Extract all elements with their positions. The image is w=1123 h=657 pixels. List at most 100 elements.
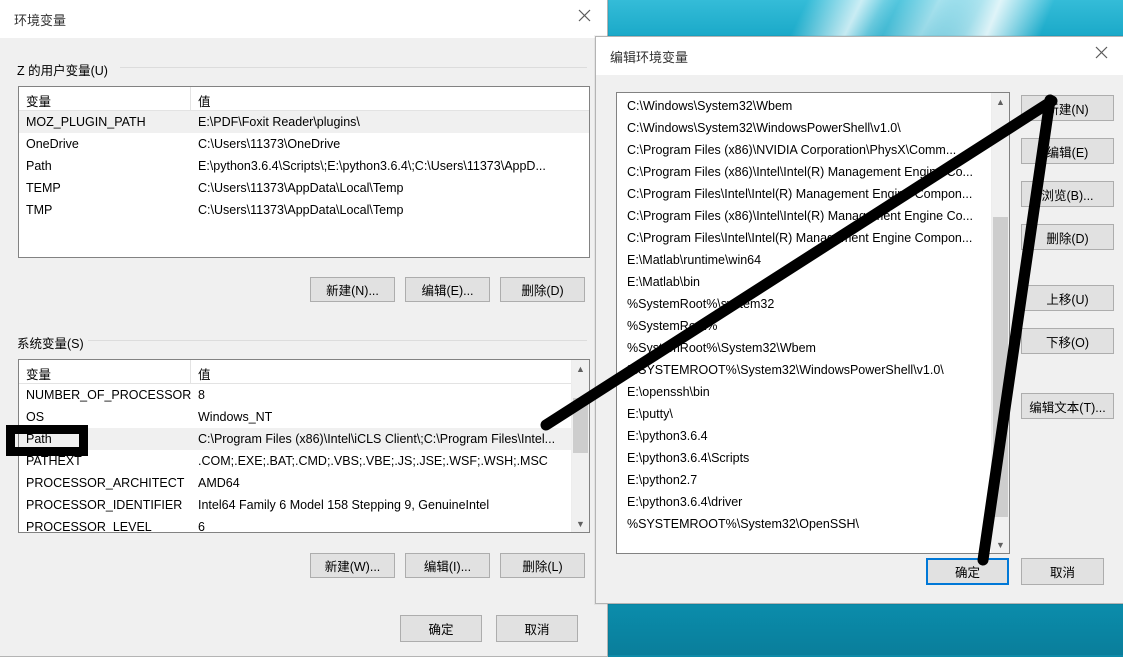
list-item[interactable]: C:\Program Files (x86)\Intel\Intel(R) Ma… bbox=[617, 161, 1009, 183]
list-item[interactable]: C:\Program Files (x86)\NVIDIA Corporatio… bbox=[617, 139, 1009, 161]
table-row[interactable]: TEMP C:\Users\11373\AppData\Local\Temp bbox=[19, 177, 589, 199]
scrollbar-thumb[interactable] bbox=[573, 398, 588, 453]
desktop-lower-strip bbox=[600, 596, 1123, 655]
list-item[interactable]: C:\Windows\System32\Wbem bbox=[617, 95, 1009, 117]
path-new-button[interactable]: 新建(N) bbox=[1021, 95, 1114, 121]
table-row[interactable]: PROCESSOR_ARCHITECT AMD64 bbox=[19, 472, 589, 494]
variable-name-cell: PATHEXT bbox=[26, 454, 82, 468]
path-move-down-button[interactable]: 下移(O) bbox=[1021, 328, 1114, 354]
table-header: 变量 值 bbox=[19, 360, 589, 384]
list-item[interactable]: E:\Matlab\bin bbox=[617, 271, 1009, 293]
path-delete-button[interactable]: 删除(D) bbox=[1021, 224, 1114, 250]
list-item[interactable]: E:\python3.6.4\driver bbox=[617, 491, 1009, 513]
main-ok-button[interactable]: 确定 bbox=[400, 615, 482, 642]
path-entries-list[interactable]: C:\Windows\System32\Wbem C:\Windows\Syste… bbox=[616, 92, 1010, 554]
variable-value-cell: Windows_NT bbox=[198, 410, 273, 424]
list-item[interactable]: E:\Matlab\runtime\win64 bbox=[617, 249, 1009, 271]
environment-variables-dialog: 环境变量 Z 的用户变量(U) 变量 值 MOZ_PLUGIN_PATH E:\P… bbox=[0, 0, 608, 657]
user-new-button[interactable]: 新建(N)... bbox=[310, 277, 395, 302]
main-dialog-titlebar: 环境变量 bbox=[0, 0, 607, 38]
variable-value-cell: E:\python3.6.4\Scripts\;E:\python3.6.4\;… bbox=[198, 159, 546, 173]
variable-name-cell: MOZ_PLUGIN_PATH bbox=[26, 115, 146, 129]
column-header-variable: 变量 bbox=[19, 360, 191, 383]
variable-value-cell: AMD64 bbox=[198, 476, 240, 490]
path-list-scrollbar[interactable]: ▲ ▼ bbox=[991, 93, 1009, 553]
list-item[interactable]: E:\openssh\bin bbox=[617, 381, 1009, 403]
edit-dialog-titlebar: 编辑环境变量 bbox=[596, 37, 1123, 75]
variable-value-cell: C:\Users\11373\AppData\Local\Temp bbox=[198, 203, 404, 217]
list-item[interactable]: C:\Program Files (x86)\Intel\Intel(R) Ma… bbox=[617, 205, 1009, 227]
user-edit-button[interactable]: 编辑(E)... bbox=[405, 277, 490, 302]
list-item[interactable]: %SYSTEMROOT%\System32\OpenSSH\ bbox=[617, 513, 1009, 535]
variable-name-cell: PROCESSOR_LEVEL bbox=[26, 520, 152, 533]
system-edit-button[interactable]: 编辑(I)... bbox=[405, 553, 490, 578]
system-new-button[interactable]: 新建(W)... bbox=[310, 553, 395, 578]
list-item[interactable]: C:\Program Files\Intel\Intel(R) Manageme… bbox=[617, 183, 1009, 205]
system-table-scrollbar[interactable]: ▲ ▼ bbox=[571, 360, 589, 532]
variable-value-cell: C:\Program Files (x86)\Intel\iCLS Client… bbox=[198, 432, 556, 446]
group-divider-system bbox=[88, 340, 587, 341]
variable-value-cell: E:\PDF\Foxit Reader\plugins\ bbox=[198, 115, 360, 129]
scroll-down-icon[interactable]: ▼ bbox=[992, 536, 1009, 553]
system-variables-group-label: 系统变量(S) bbox=[14, 333, 87, 352]
edit-environment-variable-dialog: 编辑环境变量 C:\Windows\System32\Wbem C:\Window… bbox=[595, 36, 1123, 604]
variable-value-cell: .COM;.EXE;.BAT;.CMD;.VBS;.VBE;.JS;.JSE;.… bbox=[198, 454, 548, 468]
scroll-down-icon[interactable]: ▼ bbox=[572, 515, 589, 532]
variable-name-cell: PROCESSOR_IDENTIFIER bbox=[26, 498, 183, 512]
variable-name-cell: PROCESSOR_ARCHITECT bbox=[26, 476, 185, 490]
table-row[interactable]: OS Windows_NT bbox=[19, 406, 589, 428]
variable-name-cell: NUMBER_OF_PROCESSORS bbox=[26, 388, 191, 402]
table-row[interactable]: PROCESSOR_LEVEL 6 bbox=[19, 516, 589, 533]
user-variables-group-label: Z 的用户变量(U) bbox=[14, 60, 111, 79]
system-variables-table[interactable]: 变量 值 NUMBER_OF_PROCESSORS 8 OS Windows_NT Pa… bbox=[18, 359, 590, 533]
list-item[interactable]: C:\Program Files\Intel\Intel(R) Manageme… bbox=[617, 227, 1009, 249]
path-edit-text-button[interactable]: 编辑文本(T)... bbox=[1021, 393, 1114, 419]
list-item[interactable]: C:\Windows\System32\WindowsPowerShell\v1… bbox=[617, 117, 1009, 139]
variable-value-cell: C:\Users\11373\OneDrive bbox=[198, 137, 341, 151]
main-cancel-button[interactable]: 取消 bbox=[496, 615, 578, 642]
list-item[interactable]: E:\python3.6.4 bbox=[617, 425, 1009, 447]
user-variables-table[interactable]: 变量 值 MOZ_PLUGIN_PATH E:\PDF\Foxit Reader\… bbox=[18, 86, 590, 258]
variable-value-cell: 6 bbox=[198, 520, 205, 533]
path-browse-button[interactable]: 浏览(B)... bbox=[1021, 181, 1114, 207]
path-edit-button[interactable]: 编辑(E) bbox=[1021, 138, 1114, 164]
edit-ok-button[interactable]: 确定 bbox=[926, 558, 1009, 585]
table-row[interactable]: PATHEXT .COM;.EXE;.BAT;.CMD;.VBS;.VBE;.JS… bbox=[19, 450, 589, 472]
list-item[interactable]: %SystemRoot%\System32\Wbem bbox=[617, 337, 1009, 359]
close-icon[interactable] bbox=[1078, 37, 1123, 67]
scrollbar-thumb[interactable] bbox=[993, 217, 1008, 517]
close-icon[interactable] bbox=[561, 0, 607, 30]
column-header-variable: 变量 bbox=[19, 87, 191, 110]
variable-value-cell: C:\Users\11373\AppData\Local\Temp bbox=[198, 181, 404, 195]
column-header-value: 值 bbox=[198, 368, 211, 382]
variable-value-cell: 8 bbox=[198, 388, 205, 402]
table-header: 变量 值 bbox=[19, 87, 589, 111]
list-item[interactable]: E:\python3.6.4\Scripts bbox=[617, 447, 1009, 469]
annotation-path-highlight-box bbox=[6, 425, 88, 456]
variable-name-cell: TMP bbox=[26, 203, 53, 217]
list-item[interactable]: E:\putty\ bbox=[617, 403, 1009, 425]
table-row[interactable]: TMP C:\Users\11373\AppData\Local\Temp bbox=[19, 199, 589, 221]
list-item[interactable]: %SystemRoot%\system32 bbox=[617, 293, 1009, 315]
list-item[interactable]: %SystemRoot% bbox=[617, 315, 1009, 337]
scroll-up-icon[interactable]: ▲ bbox=[992, 93, 1009, 110]
path-move-up-button[interactable]: 上移(U) bbox=[1021, 285, 1114, 311]
system-delete-button[interactable]: 删除(L) bbox=[500, 553, 585, 578]
variable-name-cell: OneDrive bbox=[26, 137, 79, 151]
variable-name-cell: TEMP bbox=[26, 181, 61, 195]
table-row[interactable]: MOZ_PLUGIN_PATH E:\PDF\Foxit Reader\plugi… bbox=[19, 111, 589, 133]
list-item[interactable]: E:\python2.7 bbox=[617, 469, 1009, 491]
table-row[interactable]: NUMBER_OF_PROCESSORS 8 bbox=[19, 384, 589, 406]
table-row[interactable]: OneDrive C:\Users\11373\OneDrive bbox=[19, 133, 589, 155]
variable-name-cell: OS bbox=[26, 410, 45, 424]
table-row[interactable]: Path C:\Program Files (x86)\Intel\iCLS Cl… bbox=[19, 428, 589, 450]
edit-dialog-title: 编辑环境变量 bbox=[610, 50, 689, 65]
list-item[interactable]: %SYSTEMROOT%\System32\WindowsPowerShell\… bbox=[617, 359, 1009, 381]
column-header-value: 值 bbox=[198, 95, 211, 109]
variable-name-cell: Path bbox=[26, 159, 52, 173]
scroll-up-icon[interactable]: ▲ bbox=[572, 360, 589, 377]
edit-cancel-button[interactable]: 取消 bbox=[1021, 558, 1104, 585]
user-delete-button[interactable]: 删除(D) bbox=[500, 277, 585, 302]
table-row[interactable]: PROCESSOR_IDENTIFIER Intel64 Family 6 Mod… bbox=[19, 494, 589, 516]
table-row[interactable]: Path E:\python3.6.4\Scripts\;E:\python3.6… bbox=[19, 155, 589, 177]
